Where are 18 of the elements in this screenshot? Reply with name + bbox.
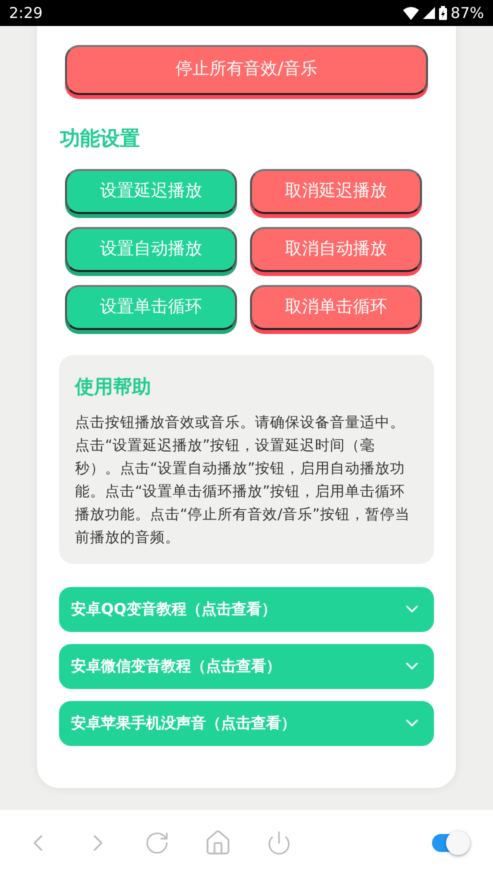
clock: 2:29	[9, 2, 43, 24]
accordion-header[interactable]: 安卓苹果手机没声音（点击查看）	[59, 700, 434, 746]
battery-icon	[438, 6, 447, 20]
wifi-icon	[402, 6, 419, 20]
power-icon	[266, 830, 292, 856]
power-button[interactable]	[266, 830, 292, 856]
help-title: 使用帮助	[75, 375, 152, 400]
refresh-icon	[144, 830, 170, 856]
home-icon	[204, 829, 232, 857]
help-text: 点击按钮播放音效或音乐。请确保设备音量适中。点击“设置延迟播放”按钮，设置延迟时间（毫秒）。点击“设置自动播放”按钮，启用自动播放功能。点击“设置单击循环播放”按钮，启用单击循环播放功能。点击“停止所有音效/音乐”按钮，暂停当前播放的音频。	[75, 414, 411, 548]
toggle-switch[interactable]	[432, 834, 468, 852]
accordion-header[interactable]: 安卓QQ变音教程（点击查看）	[59, 586, 434, 632]
home-button[interactable]	[204, 829, 232, 857]
refresh-button[interactable]	[144, 830, 170, 856]
section-title: 功能设置	[60, 125, 141, 152]
battery-percent: 87%	[450, 2, 484, 24]
signal-icon	[422, 7, 435, 19]
accordion-header[interactable]: 安卓微信变音教程（点击查看）	[59, 644, 434, 688]
